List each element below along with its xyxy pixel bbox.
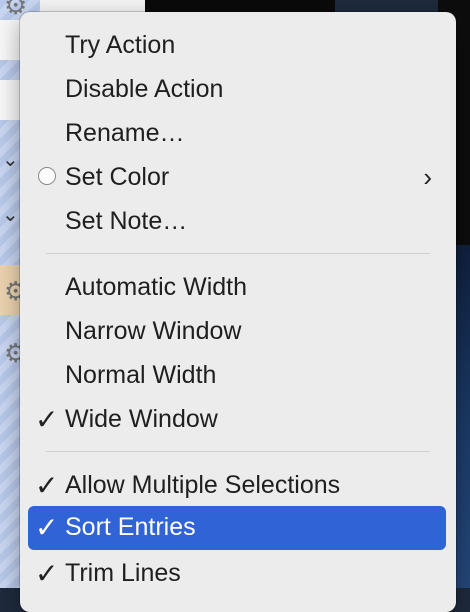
menu-item-set-color[interactable]: Set Color › bbox=[28, 156, 446, 200]
menu-item-set-note[interactable]: Set Note… bbox=[28, 200, 446, 244]
menu-item-label: Rename… bbox=[65, 119, 185, 147]
menu-item-allow-multiple-selections[interactable]: ✓ Allow Multiple Selections bbox=[28, 464, 446, 508]
checkmark-icon: ✓ bbox=[35, 512, 59, 543]
menu-item-rename[interactable]: Rename… bbox=[28, 112, 446, 156]
menu-item-label: Normal Width bbox=[65, 361, 217, 389]
menu-item-label: Disable Action bbox=[65, 75, 224, 103]
menu-item-trim-lines[interactable]: ✓ Trim Lines bbox=[28, 552, 446, 596]
menu-item-sort-entries[interactable]: ✓ Sort Entries bbox=[28, 506, 446, 550]
context-menu: Try Action Disable Action Rename… Set Co… bbox=[20, 12, 456, 612]
menu-item-label: Narrow Window bbox=[65, 317, 242, 345]
menu-item-label: Sort Entries bbox=[65, 513, 196, 541]
menu-item-label: Automatic Width bbox=[65, 273, 248, 301]
color-swatch-icon bbox=[38, 167, 56, 185]
menu-item-normal-width[interactable]: Normal Width bbox=[28, 354, 446, 398]
checkmark-icon: ✓ bbox=[35, 404, 59, 435]
menu-separator bbox=[46, 451, 430, 452]
menu-item-label: Set Note… bbox=[65, 207, 188, 235]
chevron-down-icon: ⌄ bbox=[2, 149, 19, 171]
menu-item-label: Set Color bbox=[65, 163, 170, 191]
checkmark-icon: ✓ bbox=[35, 470, 59, 501]
chevron-down-icon: ⌄ bbox=[2, 204, 19, 226]
menu-item-label: Try Action bbox=[65, 31, 176, 59]
menu-item-label: Allow Multiple Selections bbox=[65, 471, 341, 499]
menu-item-narrow-window[interactable]: Narrow Window bbox=[28, 310, 446, 354]
submenu-chevron-icon: › bbox=[423, 162, 432, 192]
menu-separator bbox=[46, 253, 430, 254]
menu-item-try-action[interactable]: Try Action bbox=[28, 24, 446, 68]
menu-item-wide-window[interactable]: ✓ Wide Window bbox=[28, 398, 446, 442]
menu-item-label: Wide Window bbox=[65, 405, 218, 433]
menu-item-label: Trim Lines bbox=[65, 559, 181, 587]
checkmark-icon: ✓ bbox=[35, 558, 59, 589]
menu-item-automatic-width[interactable]: Automatic Width bbox=[28, 266, 446, 310]
menu-item-disable-action[interactable]: Disable Action bbox=[28, 68, 446, 112]
